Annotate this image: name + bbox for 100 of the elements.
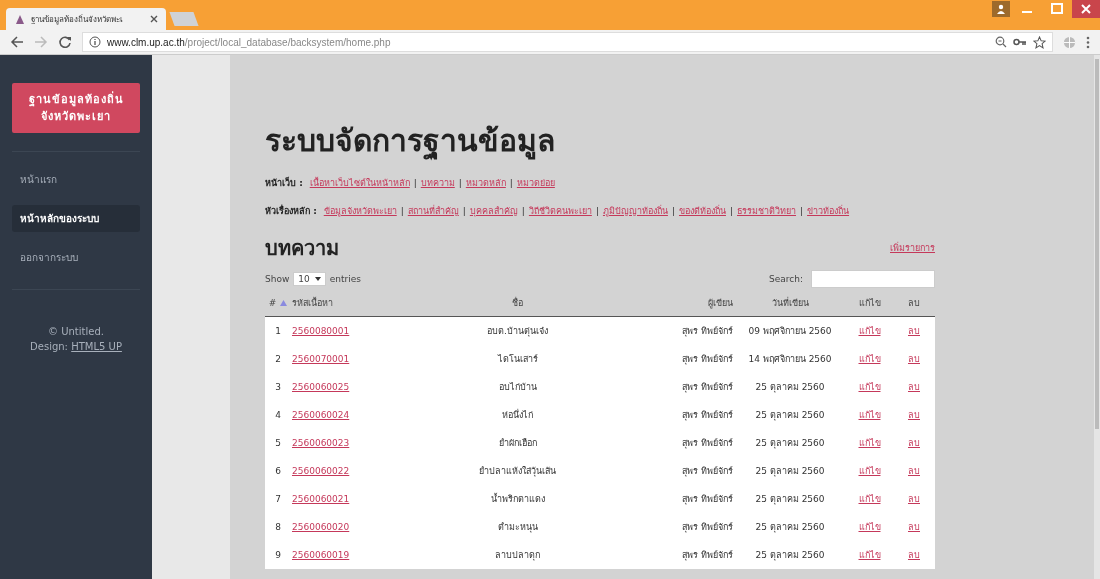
tab-title: ฐานข้อมูลท้องถิ่นจังหวัดพะเ [31, 13, 124, 26]
row-number: 9 [275, 550, 281, 560]
back-icon[interactable] [10, 35, 24, 49]
column-header[interactable]: ลบ [908, 298, 920, 308]
date-written: 25 ตุลาคม 2560 [755, 382, 825, 392]
nav-separator: | [521, 206, 525, 216]
person-icon [996, 4, 1006, 14]
delete-link[interactable]: ลบ [908, 466, 920, 476]
site-logo-button[interactable]: ฐานข้อมูลท้องถิ่น จังหวัดพะเยา [12, 83, 140, 133]
nav-link[interactable]: ข่าวท้องถิ่น [807, 204, 850, 218]
page-title: ระบบจัดการฐานข้อมูล [265, 122, 556, 162]
column-header[interactable]: แก้ไข [858, 298, 881, 308]
author-name: สุพร ทิพย์จักร์ [682, 354, 733, 364]
date-written: 25 ตุลาคม 2560 [755, 410, 825, 420]
design-credit-link[interactable]: HTML5 UP [71, 341, 122, 352]
nav-link[interactable]: ภูมิปัญญาท้องถิ่น [602, 204, 668, 218]
sidebar-menu-item[interactable]: หน้าหลักของระบบ [12, 205, 140, 232]
edit-link[interactable]: แก้ไข [858, 382, 881, 392]
row-number: 7 [275, 494, 281, 504]
nav-link[interactable]: ข้อมูลจังหวัดพะเยา [323, 204, 397, 218]
delete-link[interactable]: ลบ [908, 382, 920, 392]
delete-link[interactable]: ลบ [908, 410, 920, 420]
nav-link[interactable]: เนื้อหาเว็บไซต์ในหน้าหลัก [309, 176, 410, 190]
article-name: ยำปลาแห้งใส่วุ้นเส้น [479, 466, 556, 476]
edit-link[interactable]: แก้ไข [858, 550, 881, 560]
page-size-select[interactable]: 10 [293, 272, 326, 286]
nav-link[interactable]: บุคคลสำคัญ [469, 204, 518, 218]
sidebar-menu-item[interactable]: ออกจากระบบ [12, 244, 140, 271]
date-written: 25 ตุลาคม 2560 [755, 494, 825, 504]
site-favicon-icon [14, 13, 26, 25]
nav-separator: | [729, 206, 733, 216]
close-window-button[interactable] [1072, 0, 1100, 18]
delete-link[interactable]: ลบ [908, 522, 920, 532]
user-profile-button[interactable] [992, 1, 1010, 17]
edit-link[interactable]: แก้ไข [858, 522, 881, 532]
nav-link[interactable]: วิถีชีวิตคนพะเยา [528, 204, 592, 218]
edit-link[interactable]: แก้ไข [858, 410, 881, 420]
date-written: 25 ตุลาคม 2560 [755, 438, 825, 448]
article-name: อบไก่บ้าน [498, 382, 537, 392]
key-icon[interactable] [1013, 37, 1027, 47]
author-name: สุพร ทิพย์จักร์ [682, 494, 733, 504]
delete-link[interactable]: ลบ [908, 438, 920, 448]
date-written: 25 ตุลาคม 2560 [755, 466, 825, 476]
delete-link[interactable]: ลบ [908, 550, 920, 560]
add-item-link[interactable]: เพิ่มรายการ [890, 241, 935, 255]
column-header[interactable]: ชื่อ [512, 298, 523, 308]
nav-link[interactable]: หมวดย่อย [516, 176, 555, 190]
address-field[interactable]: www.clm.up.ac.th/project/local_database/backsystem/home.php [82, 32, 1053, 52]
nav-label: หน้าเว็บ : [265, 176, 303, 190]
author-name: สุพร ทิพย์จักร์ [682, 410, 733, 420]
nav-separator: | [462, 206, 466, 216]
article-name: ห่อนึ่งไก่ [502, 410, 533, 420]
column-header[interactable]: ผู้เขียน [708, 298, 733, 308]
author-name: สุพร ทิพย์จักร์ [682, 550, 733, 560]
row-number: 3 [275, 382, 281, 392]
author-name: สุพร ทิพย์จักร์ [682, 382, 733, 392]
edit-link[interactable]: แก้ไข [858, 466, 881, 476]
search-field[interactable] [811, 270, 935, 288]
edit-link[interactable]: แก้ไข [858, 438, 881, 448]
edit-link[interactable]: แก้ไข [858, 354, 881, 364]
author-name: สุพร ทิพย์จักร์ [682, 466, 733, 476]
author-name: สุพร ทิพย์จักร์ [682, 326, 733, 336]
nav-separator: | [458, 178, 462, 188]
nav-separator: | [671, 206, 675, 216]
section-title: บทความ [265, 235, 339, 262]
row-number: 2 [275, 354, 281, 364]
entries-label: entries [329, 274, 361, 284]
copyright-text: © Untitled. [47, 325, 105, 339]
star-icon[interactable] [1033, 35, 1046, 49]
column-header[interactable]: รหัสเนื้อหา [292, 298, 333, 308]
reload-icon[interactable] [58, 35, 72, 49]
close-icon[interactable] [150, 15, 158, 23]
nav-separator: | [595, 206, 599, 216]
nav-link[interactable]: สถานที่สำคัญ [407, 204, 459, 218]
zoom-icon[interactable] [995, 36, 1007, 48]
row-number: 1 [275, 326, 281, 336]
column-header[interactable]: วันที่เขียน [771, 298, 809, 308]
article-name: ลาบปลาดุก [495, 550, 540, 560]
nav-link[interactable]: ธรรมชาติวิทยา [737, 204, 796, 218]
nav-link[interactable]: บทความ [420, 176, 455, 190]
article-name: ยำผักเฮือก [498, 438, 537, 448]
edit-link[interactable]: แก้ไข [858, 494, 881, 504]
nav-link[interactable]: ของดีท้องถิ่น [678, 204, 726, 218]
close-icon [1081, 4, 1091, 14]
row-number: 6 [275, 466, 281, 476]
nav-label: หัวเรื่องหลัก : [265, 204, 317, 218]
sidebar-menu-item[interactable]: หน้าแรก [12, 166, 140, 193]
column-header[interactable]: # [268, 298, 277, 308]
delete-link[interactable]: ลบ [908, 494, 920, 504]
article-name: อบต.บ้านตุ่นเจ๋ง [487, 326, 548, 336]
article-name: ตำมะหนุน [497, 522, 538, 532]
info-icon [89, 36, 101, 48]
edit-link[interactable]: แก้ไข [858, 326, 881, 336]
date-written: 14 พฤศจิกายน 2560 [748, 354, 832, 364]
menu-icon[interactable] [1086, 35, 1090, 49]
delete-link[interactable]: ลบ [908, 354, 920, 364]
nav-link[interactable]: หมวดหลัก [465, 176, 506, 190]
nav-separator: | [509, 178, 513, 188]
browser-tab[interactable]: ฐานข้อมูลท้องถิ่นจังหวัดพะเ [6, 8, 166, 30]
delete-link[interactable]: ลบ [908, 326, 920, 336]
